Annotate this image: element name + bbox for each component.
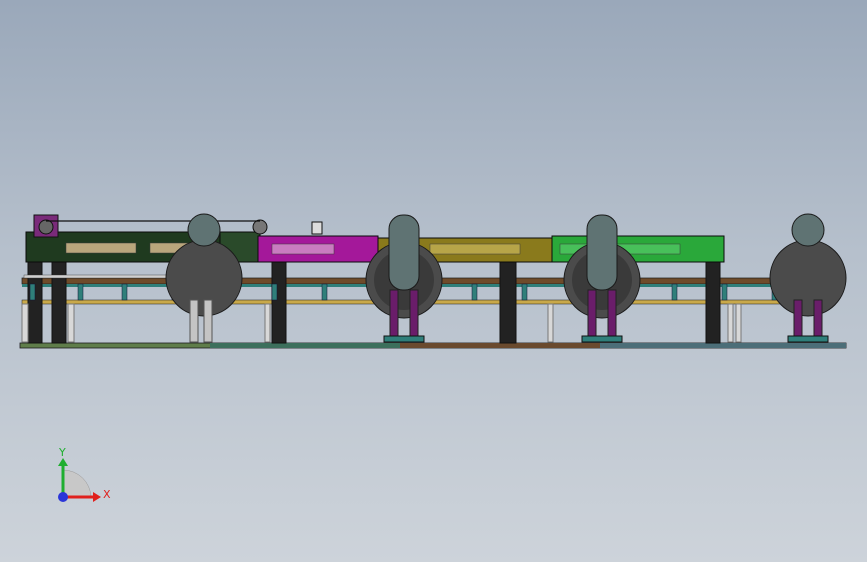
base-beam[interactable] [19,342,847,349]
conveyor-section-magenta[interactable] [257,221,379,263]
x-axis-label: X [103,488,111,501]
reel-drum[interactable] [365,214,443,343]
cad-model-viewport[interactable]: Y X [0,0,867,562]
y-axis-label: Y [58,446,66,459]
reel-drum[interactable] [563,214,641,343]
z-axis-dot [58,492,68,502]
axis-triad: Y X [58,446,111,502]
reel-drum[interactable] [769,213,847,343]
